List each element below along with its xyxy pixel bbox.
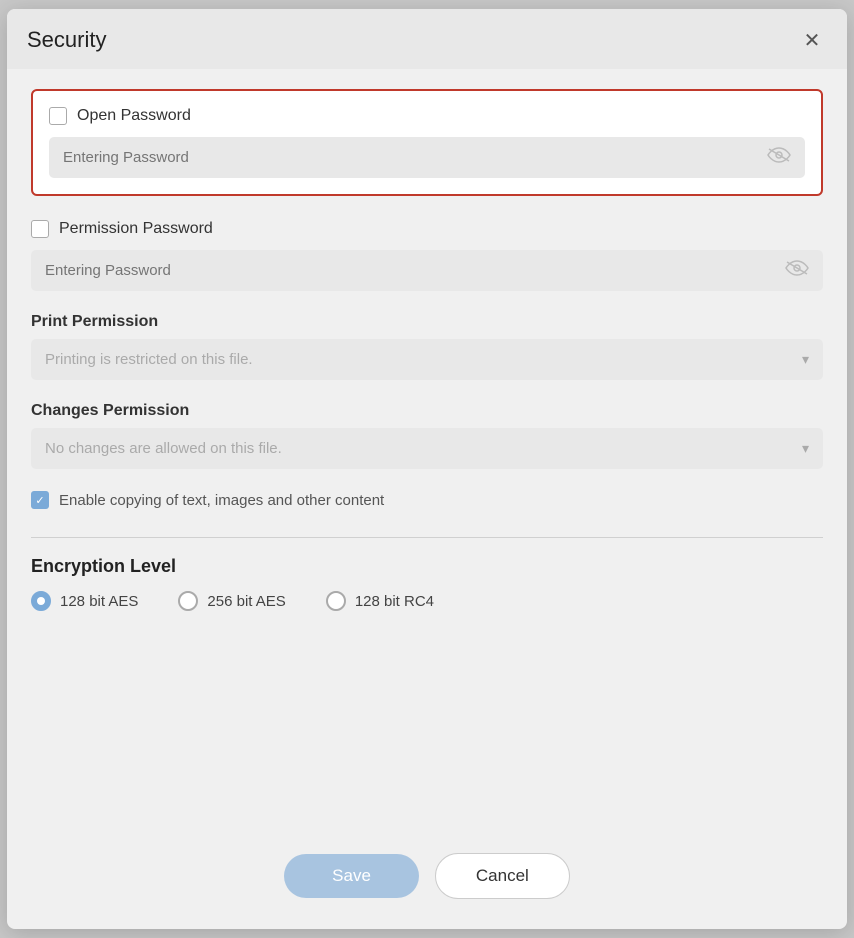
radio-128-rc4-circle[interactable] [326,591,346,611]
permission-password-row: Permission Password [31,220,823,238]
open-password-section: Open Password [31,89,823,196]
radio-256-aes[interactable]: 256 bit AES [178,591,285,611]
changes-permission-label: Changes Permission [31,402,823,420]
changes-permission-section: Changes Permission No changes are allowe… [31,402,823,469]
radio-128-aes-label: 128 bit AES [60,593,138,610]
copy-content-checkbox[interactable] [31,491,49,509]
open-password-row: Open Password [49,107,805,125]
radio-128-rc4[interactable]: 128 bit RC4 [326,591,434,611]
print-permission-section: Print Permission Printing is restricted … [31,313,823,380]
open-password-input[interactable] [63,149,767,166]
open-password-field[interactable] [49,137,805,178]
security-dialog: Security ✕ Open Password [7,9,847,929]
dialog-footer: Save Cancel [7,833,847,909]
changes-permission-arrow: ▾ [802,440,809,457]
dialog-title: Security [27,27,106,53]
print-permission-label: Print Permission [31,313,823,331]
close-button[interactable]: ✕ [797,25,827,55]
open-password-label[interactable]: Open Password [77,107,191,125]
radio-256-aes-label: 256 bit AES [207,593,285,610]
changes-permission-value: No changes are allowed on this file. [45,440,282,457]
cancel-button[interactable]: Cancel [435,853,570,899]
encryption-radio-group: 128 bit AES 256 bit AES 128 bit RC4 [31,591,823,611]
print-permission-arrow: ▾ [802,351,809,368]
print-permission-value: Printing is restricted on this file. [45,351,253,368]
dialog-header: Security ✕ [7,9,847,69]
open-password-checkbox[interactable] [49,107,67,125]
permission-password-section: Permission Password [31,220,823,291]
radio-128-rc4-label: 128 bit RC4 [355,593,434,610]
radio-256-aes-circle[interactable] [178,591,198,611]
save-button[interactable]: Save [284,854,419,898]
copy-content-label: Enable copying of text, images and other… [59,492,384,509]
permission-password-eye-icon[interactable] [785,260,809,281]
radio-128-aes-circle[interactable] [31,591,51,611]
encryption-title: Encryption Level [31,556,823,577]
permission-password-checkbox[interactable] [31,220,49,238]
close-icon: ✕ [804,28,821,53]
changes-permission-dropdown[interactable]: No changes are allowed on this file. ▾ [31,428,823,469]
radio-128-aes[interactable]: 128 bit AES [31,591,138,611]
permission-password-label[interactable]: Permission Password [59,220,213,238]
dialog-body: Open Password Permission Password [7,69,847,833]
permission-password-field[interactable] [31,250,823,291]
copy-content-row: Enable copying of text, images and other… [31,491,823,509]
print-permission-dropdown[interactable]: Printing is restricted on this file. ▾ [31,339,823,380]
permission-password-input[interactable] [45,262,785,279]
encryption-section: Encryption Level 128 bit AES 256 bit AES… [31,537,823,611]
open-password-eye-icon[interactable] [767,147,791,168]
